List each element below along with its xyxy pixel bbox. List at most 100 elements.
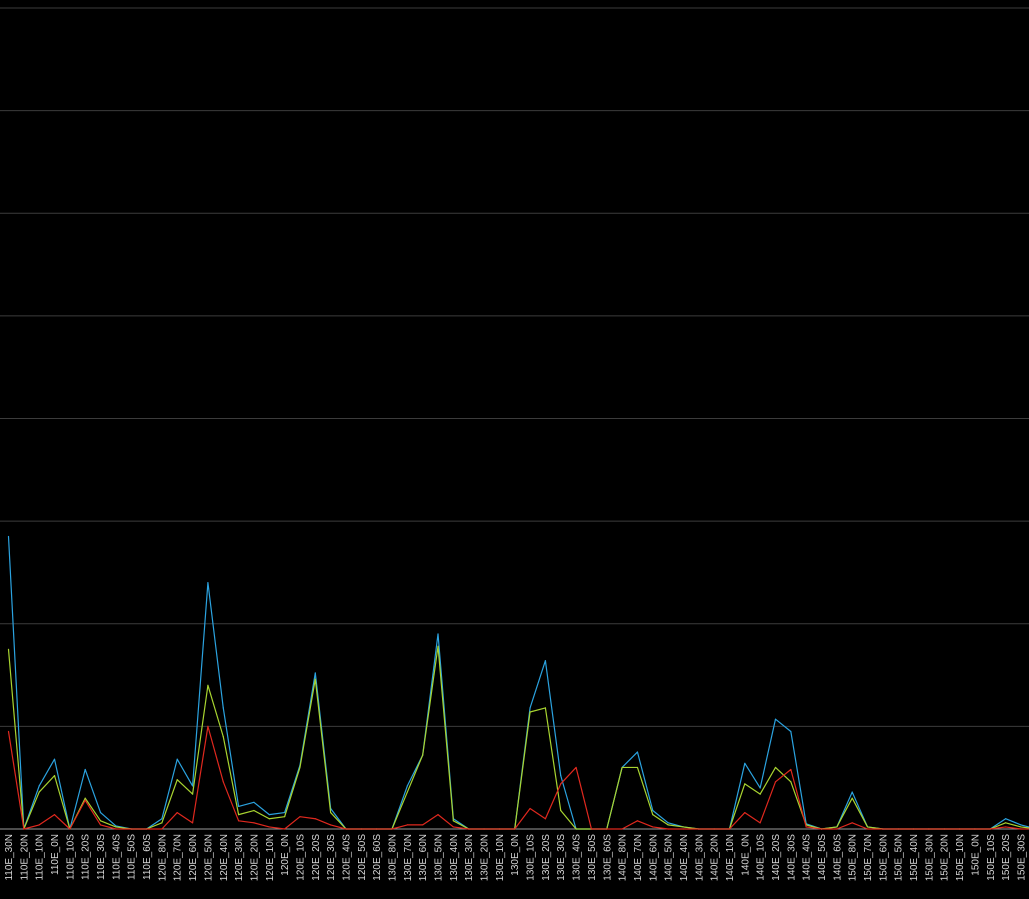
data-point bbox=[713, 828, 715, 830]
x-tick-label: 150E_30S bbox=[1016, 834, 1027, 881]
x-tick-label: 130E_20N bbox=[480, 834, 491, 881]
x-tick-label: 140E_30N bbox=[694, 834, 705, 881]
x-tick-label: 110E_50S bbox=[127, 834, 138, 880]
data-point bbox=[759, 822, 761, 824]
x-tick-label: 150E_60N bbox=[878, 834, 889, 881]
x-tick-label: 140E_50N bbox=[664, 834, 675, 881]
series-line-2 bbox=[7, 645, 1029, 830]
data-point bbox=[222, 707, 224, 709]
data-point bbox=[176, 758, 178, 760]
data-point bbox=[7, 730, 10, 733]
x-tick-label: 140E_70N bbox=[633, 834, 644, 881]
data-point bbox=[529, 807, 531, 810]
x-tick-label: 150E_30N bbox=[924, 834, 935, 881]
data-point bbox=[38, 824, 40, 826]
data-point bbox=[928, 828, 930, 830]
x-tick-label: 130E_10N bbox=[495, 834, 506, 881]
x-tick-label: 120E_10S bbox=[295, 834, 306, 881]
x-tick-label: 150E_20S bbox=[1001, 834, 1012, 881]
x-tick-label: 130E_70N bbox=[403, 834, 414, 881]
data-point bbox=[514, 828, 516, 830]
data-point bbox=[406, 791, 408, 793]
data-point bbox=[744, 783, 746, 785]
x-tick-label: 150E_20N bbox=[940, 834, 951, 881]
x-tick-label: 120E_10N bbox=[265, 834, 276, 881]
data-point bbox=[498, 828, 500, 830]
x-tick-label: 130E_50S bbox=[587, 834, 598, 881]
data-point bbox=[207, 684, 209, 686]
series-line-1 bbox=[7, 536, 1029, 830]
data-point bbox=[176, 811, 178, 814]
data-point bbox=[636, 820, 639, 822]
data-point bbox=[805, 826, 807, 828]
data-point bbox=[866, 826, 869, 828]
data-point bbox=[53, 814, 56, 816]
x-tick-label: 110E_40S bbox=[111, 834, 122, 880]
data-point bbox=[590, 828, 593, 830]
data-point bbox=[191, 785, 194, 787]
data-point bbox=[268, 818, 270, 820]
data-point bbox=[284, 828, 286, 830]
data-point bbox=[759, 793, 761, 795]
data-point bbox=[621, 828, 623, 830]
x-tick-label: 110E_60S bbox=[142, 834, 153, 880]
data-point bbox=[222, 736, 224, 738]
data-point bbox=[636, 766, 639, 769]
data-point bbox=[866, 828, 869, 830]
x-tick-label: 120E_40S bbox=[341, 834, 352, 881]
x-tick-label: 150E_0N bbox=[970, 834, 981, 876]
data-point bbox=[253, 822, 255, 824]
data-point bbox=[774, 766, 777, 769]
data-point bbox=[38, 785, 40, 787]
data-point bbox=[974, 828, 976, 830]
data-point bbox=[1005, 826, 1007, 828]
x-tick-label: 140E_40N bbox=[679, 834, 690, 881]
data-point bbox=[176, 779, 178, 781]
data-point bbox=[191, 793, 194, 795]
data-point bbox=[238, 805, 240, 808]
x-tick-label: 140E_10N bbox=[725, 834, 736, 881]
data-point bbox=[161, 822, 163, 824]
x-tick-label: 140E_60S bbox=[832, 834, 843, 881]
data-point bbox=[851, 797, 853, 799]
x-tick-label: 120E_40N bbox=[219, 834, 230, 881]
data-point bbox=[606, 828, 608, 830]
data-point bbox=[682, 828, 685, 830]
x-tick-label: 140E_40S bbox=[802, 834, 813, 881]
x-axis-tick-labels: 110E_30N 110E_20N 110E_10N 110E_0N 110E_10S 1… bbox=[4, 834, 1027, 882]
data-point bbox=[437, 814, 439, 816]
data-point bbox=[238, 820, 240, 822]
x-tick-label: 140E_20N bbox=[710, 834, 721, 881]
x-tick-label: 110E_30N bbox=[4, 834, 15, 881]
x-tick-label: 120E_0N bbox=[280, 834, 291, 876]
data-point bbox=[360, 828, 362, 830]
data-point bbox=[84, 768, 86, 771]
data-point bbox=[391, 828, 393, 830]
data-point bbox=[560, 775, 562, 777]
x-tick-label: 110E_0N bbox=[50, 834, 61, 875]
data-point bbox=[820, 828, 823, 830]
data-point bbox=[406, 785, 408, 787]
data-point bbox=[23, 828, 25, 830]
data-point bbox=[268, 826, 270, 828]
data-point bbox=[790, 781, 792, 783]
data-point bbox=[851, 791, 853, 793]
x-tick-label: 120E_20N bbox=[249, 834, 260, 881]
x-tick-label: 150E_10S bbox=[986, 834, 997, 881]
data-point bbox=[314, 678, 316, 680]
x-tick-label: 140E_60N bbox=[648, 834, 659, 881]
data-point bbox=[437, 645, 439, 647]
x-tick-label: 120E_70N bbox=[173, 834, 184, 881]
data-point bbox=[636, 751, 639, 753]
x-tick-label: 130E_10S bbox=[526, 834, 537, 881]
x-tick-label: 110E_10N bbox=[35, 834, 46, 881]
data-point bbox=[406, 824, 408, 826]
data-point bbox=[7, 648, 10, 651]
data-point bbox=[314, 672, 316, 674]
data-point bbox=[744, 811, 746, 814]
x-tick-label: 130E_60N bbox=[418, 834, 429, 881]
x-tick-label: 130E_40S bbox=[572, 834, 583, 881]
x-tick-label: 140E_10S bbox=[756, 834, 767, 881]
data-point bbox=[1005, 818, 1007, 820]
data-point bbox=[422, 754, 424, 756]
